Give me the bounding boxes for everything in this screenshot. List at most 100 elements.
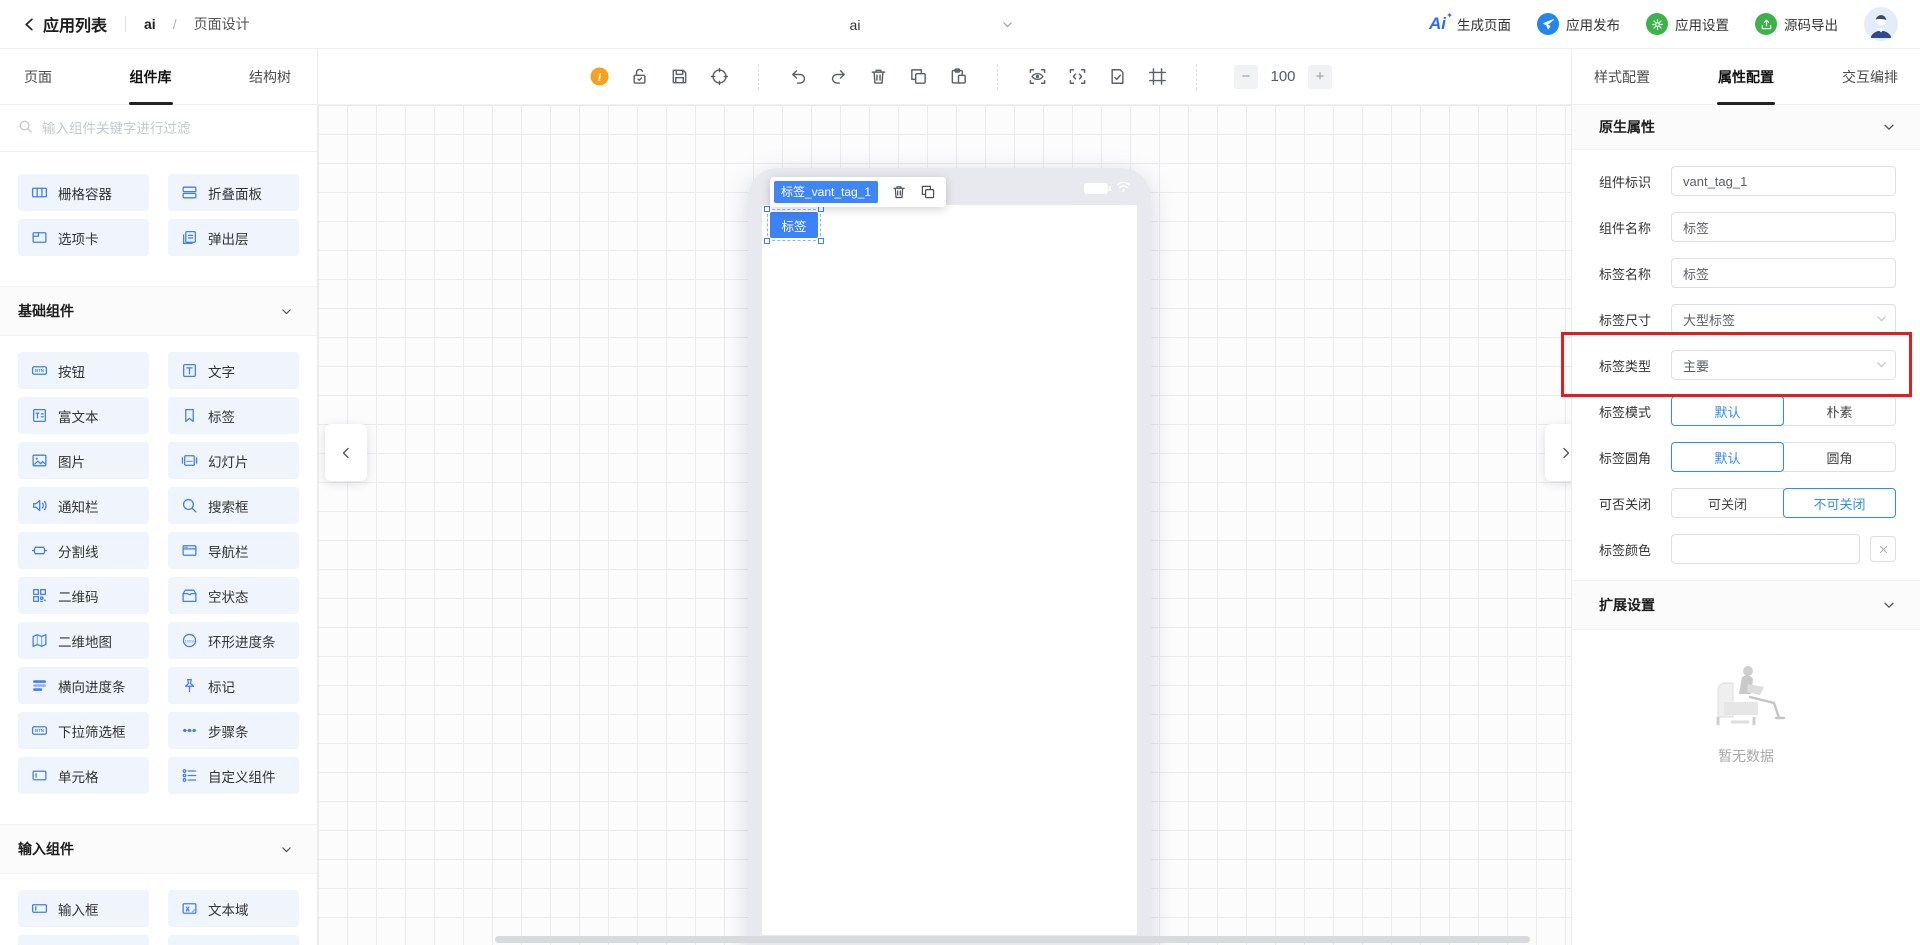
component-tile[interactable]: 图片 [18,442,149,479]
collapse-right-panel-handle[interactable] [1545,424,1571,481]
component-tile[interactable]: 搜索框 [168,487,299,524]
component-tile[interactable]: 横向进度条 [18,667,149,704]
select-value[interactable] [1671,304,1896,334]
component-tile[interactable]: 单元格 [18,757,149,794]
field-input[interactable] [1671,212,1896,242]
zoom-out-button[interactable]: − [1234,65,1258,89]
select-value[interactable] [1671,350,1896,380]
save-icon[interactable] [667,65,691,89]
extended-settings-section-header[interactable]: 扩展设置 [1572,580,1920,630]
circle-progress-icon: 100% [181,632,198,649]
copy-component-icon[interactable] [920,184,936,200]
phone-screen[interactable] [762,205,1137,935]
component-tile[interactable]: 文本域 [168,890,299,927]
component-tile[interactable]: BTN按钮 [18,352,149,389]
tab-style-config[interactable]: 样式配置 [1594,49,1650,105]
export-source-button[interactable]: 源码导出 [1755,13,1838,35]
segment-option[interactable]: 不可关闭 [1783,488,1896,518]
text-icon [181,362,198,379]
delete-component-icon[interactable] [891,184,907,200]
preview-icon[interactable] [1025,65,1049,89]
component-tile[interactable]: 输入框 [18,890,149,927]
component-tile[interactable]: 二维码 [18,577,149,614]
component-tile[interactable]: 通知栏 [18,487,149,524]
resize-handle[interactable] [764,238,770,244]
component-tile[interactable]: 文字 [168,352,299,389]
back-label: 应用列表 [43,12,107,36]
user-avatar[interactable] [1864,7,1898,41]
component-tile[interactable]: 标签 [168,397,299,434]
segment-option[interactable]: 朴素 [1783,396,1896,426]
field-input[interactable] [1671,534,1860,564]
component-section-header[interactable]: 基础组件 [0,286,317,336]
back-button[interactable]: 应用列表 [22,12,107,36]
selected-component-chip[interactable]: 标签_vant_tag_1 [774,181,878,203]
unlock-icon[interactable] [627,65,651,89]
field-label: 标签颜色 [1599,540,1661,559]
component-tile-label: 标签 [208,406,235,426]
delete-icon[interactable] [866,65,890,89]
tab-component-library[interactable]: 组件库 [130,49,172,105]
undo-icon[interactable] [786,65,810,89]
component-tile[interactable]: 步骤条 [168,712,299,749]
tab-structure-tree[interactable]: 结构树 [249,49,291,105]
segment-option[interactable]: 可关闭 [1671,488,1784,518]
component-tile[interactable]: BTN下拉筛选框 [18,712,149,749]
segment-option[interactable]: 默认 [1671,396,1784,426]
component-tile-label: 下拉筛选框 [58,721,126,741]
field-input[interactable] [1671,258,1896,288]
field-input[interactable] [1671,166,1896,196]
component-search-input[interactable] [42,121,299,136]
component-tile[interactable]: 100%环形进度条 [168,622,299,659]
component-tile[interactable]: 幻灯片 [168,442,299,479]
component-tile[interactable]: 选项卡 [18,219,149,256]
component-tile[interactable]: 单选框 [18,935,149,945]
component-tile[interactable]: 空状态 [168,577,299,614]
segment-option[interactable]: 默认 [1671,442,1784,472]
component-tile[interactable]: 导航栏 [168,532,299,569]
zoom-in-button[interactable]: + [1308,65,1332,89]
component-tile[interactable]: 栅格容器 [18,174,149,211]
component-tile[interactable]: 二维地图 [18,622,149,659]
canvas-grid[interactable]: 标签_vant_tag_1 标签 [318,105,1571,945]
app-settings-button[interactable]: 应用设置 [1646,13,1729,35]
tab-property-config[interactable]: 属性配置 [1718,49,1774,105]
frame-icon[interactable] [1145,65,1169,89]
copy-icon[interactable] [906,65,930,89]
component-tile[interactable]: 多选框 [168,935,299,945]
tab-pages[interactable]: 页面 [24,49,52,105]
collapse-left-panel-handle[interactable] [325,424,367,481]
breadcrumb-app[interactable]: ai [144,16,156,32]
component-tile[interactable]: 分割线 [18,532,149,569]
navbar-icon [181,542,198,559]
paste-icon[interactable] [946,65,970,89]
clear-color-button[interactable] [1870,536,1896,562]
page-check-icon[interactable] [1105,65,1129,89]
info-icon[interactable]: i [587,65,611,89]
component-tile-label: 通知栏 [58,496,99,516]
component-tile[interactable]: 弹出层 [168,219,299,256]
tag-component[interactable]: 标签 [770,212,818,238]
field-select[interactable] [1671,304,1896,334]
target-icon[interactable] [707,65,731,89]
component-tile[interactable]: 折叠面板 [168,174,299,211]
publish-app-button[interactable]: 应用发布 [1537,13,1620,35]
component-tile[interactable]: 富文本 [18,397,149,434]
native-properties-section-header[interactable]: 原生属性 [1572,105,1920,150]
redo-icon[interactable] [826,65,850,89]
generate-page-button[interactable]: Ai✦ 生成页面 [1429,14,1511,34]
resize-handle[interactable] [764,206,770,212]
resize-handle[interactable] [818,238,824,244]
selected-tag-component[interactable]: 标签 [770,212,818,238]
field-row: 组件名称 [1599,212,1896,242]
component-tile[interactable]: 标记 [168,667,299,704]
page-select[interactable]: ai [690,0,1020,49]
app-settings-label: 应用设置 [1675,14,1729,34]
component-tile[interactable]: 自定义组件 [168,757,299,794]
field-select[interactable] [1671,350,1896,380]
segment-option[interactable]: 圆角 [1783,442,1896,472]
horizontal-scrollbar[interactable] [495,936,1530,943]
code-view-icon[interactable] [1065,65,1089,89]
tab-interaction-config[interactable]: 交互编排 [1842,49,1898,105]
component-section-header[interactable]: 输入组件 [0,824,317,874]
